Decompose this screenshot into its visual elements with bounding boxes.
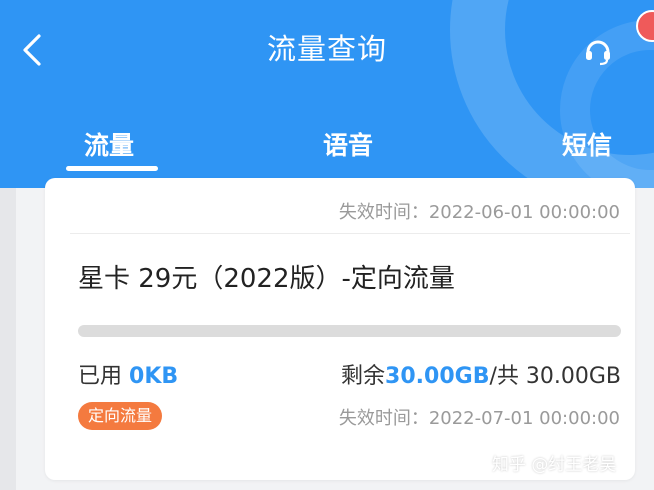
active-tab-indicator bbox=[66, 166, 158, 171]
remaining-amount: 剩余30.00GB/共 30.00GB bbox=[341, 358, 621, 390]
previous-plan-expire-time: 失效时间：2022-06-01 00:00:00 bbox=[338, 202, 620, 223]
page-title: 流量查询 bbox=[266, 32, 387, 66]
customer-service-button[interactable] bbox=[578, 30, 618, 70]
divider bbox=[70, 233, 630, 234]
header-bar: 流量查询 流量 语音 短信 bbox=[0, 0, 654, 188]
left-edge-strip bbox=[0, 188, 16, 490]
used-value: 0KB bbox=[129, 364, 179, 389]
remain-value: 30.00GB bbox=[385, 364, 490, 389]
plan-expire-time: 失效时间：2022-07-01 00:00:00 bbox=[338, 408, 620, 429]
remain-label: 剩余 bbox=[341, 364, 386, 389]
tab-sms[interactable]: 短信 bbox=[562, 126, 612, 162]
total-amount: /共 30.00GB bbox=[489, 364, 621, 389]
plan-name: 星卡 29元（2022版）-定向流量 bbox=[78, 264, 455, 294]
usage-progress-bar bbox=[78, 325, 621, 337]
used-label: 已用 bbox=[78, 364, 123, 389]
directed-data-tag: 定向流量 bbox=[78, 402, 163, 430]
tab-data[interactable]: 流量 bbox=[84, 126, 134, 162]
used-amount: 已用 0KB bbox=[78, 358, 178, 390]
screen: 流量查询 流量 语音 短信 失效时间：2022-06-01 00:00:00 星… bbox=[0, 0, 654, 490]
watermark: 知乎 @纣王老吴 bbox=[492, 455, 617, 475]
usage-row: 已用 0KB 剩余30.00GB/共 30.00GB bbox=[78, 358, 621, 390]
headset-icon bbox=[586, 40, 610, 66]
tab-voice[interactable]: 语音 bbox=[323, 126, 373, 162]
